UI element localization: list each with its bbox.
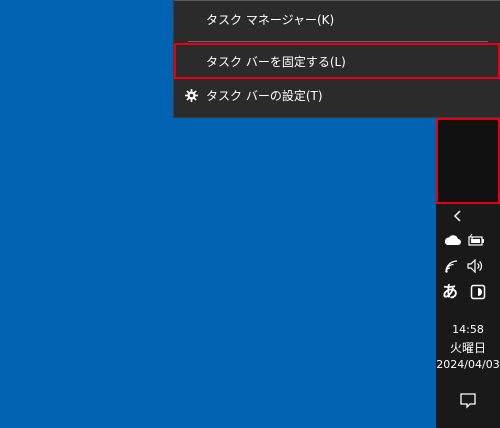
taskbar-empty-area[interactable] — [436, 118, 500, 204]
action-center-icon[interactable] — [456, 388, 480, 412]
battery-icon[interactable] — [466, 230, 486, 250]
menu-item-label: タスク バーの設定(T) — [206, 89, 323, 103]
taskbar[interactable]: あ 14:58 火曜日 2024/04/03 — [436, 118, 500, 428]
wifi-icon[interactable] — [442, 256, 462, 276]
menu-item-lock-taskbar[interactable]: タスク バーを固定する(L) — [174, 43, 500, 79]
chevron-left-icon[interactable] — [446, 206, 470, 226]
onedrive-cloud-icon[interactable] — [442, 230, 462, 250]
clock-time[interactable]: 14:58 — [436, 323, 500, 336]
clock-weekday[interactable]: 火曜日 — [436, 339, 500, 356]
menu-item-taskbar-settings[interactable]: タスク バーの設定(T) — [174, 79, 500, 113]
menu-item-label: タスク マネージャー(K) — [206, 13, 335, 27]
ime-icon[interactable]: あ — [440, 282, 460, 302]
input-mode-icon[interactable] — [468, 282, 488, 302]
menu-divider — [188, 41, 488, 42]
volume-icon[interactable] — [466, 256, 486, 276]
clock-date[interactable]: 2024/04/03 — [436, 358, 500, 371]
menu-divider — [174, 0, 500, 1]
menu-item-task-manager[interactable]: タスク マネージャー(K) — [174, 3, 500, 37]
taskbar-context-menu: タスク マネージャー(K) タスク バーを固定する(L) タスク バーの設定(T… — [173, 0, 500, 118]
menu-item-label: タスク バーを固定する(L) — [206, 55, 346, 69]
gear-icon — [184, 79, 198, 113]
